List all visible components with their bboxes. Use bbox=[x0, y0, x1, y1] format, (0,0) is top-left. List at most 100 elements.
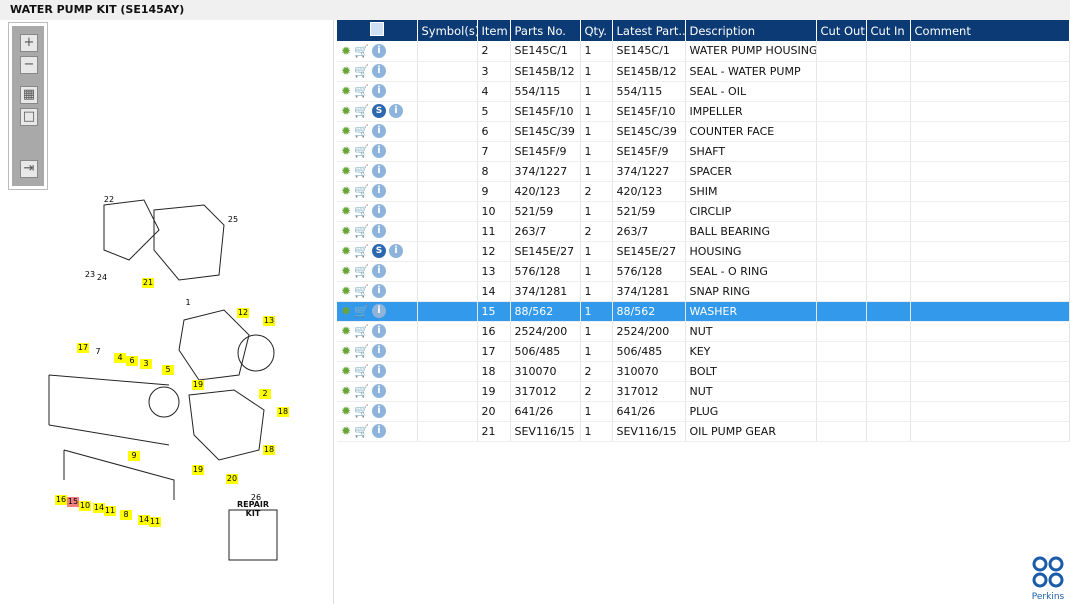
table-row[interactable]: ✹ 🛒 i 8 374/1227 1 374/1227 SPACER bbox=[337, 161, 1070, 182]
settings-gear-icon[interactable]: ✹ bbox=[341, 284, 351, 298]
cart-icon[interactable]: 🛒 bbox=[354, 404, 369, 418]
column-header[interactable]: Qty. bbox=[580, 20, 613, 41]
cart-icon[interactable]: 🛒 bbox=[354, 44, 369, 58]
table-row[interactable]: ✹ 🛒 i 15 88/562 1 88/562 WASHER bbox=[337, 301, 1070, 322]
callout-label[interactable]: 6 bbox=[129, 356, 134, 365]
info-icon[interactable]: i bbox=[372, 304, 387, 318]
column-header-actions[interactable] bbox=[337, 20, 418, 41]
table-row[interactable]: ✹ 🛒 i 7 SE145F/9 1 SE145F/9 SHAFT bbox=[337, 141, 1070, 162]
callout-label[interactable]: 21 bbox=[143, 278, 153, 287]
info-icon[interactable]: i bbox=[372, 204, 387, 218]
table-row[interactable]: ✹ 🛒 i 20 641/26 1 641/26 PLUG bbox=[337, 401, 1070, 422]
settings-gear-icon[interactable]: ✹ bbox=[341, 184, 351, 198]
table-row[interactable]: ✹ 🛒 i 13 576/128 1 576/128 SEAL - O RING bbox=[337, 261, 1070, 282]
info-icon[interactable]: i bbox=[372, 144, 387, 158]
callout-label[interactable]: 23 bbox=[85, 270, 95, 279]
settings-gear-icon[interactable]: ✹ bbox=[341, 164, 351, 178]
cart-icon[interactable]: 🛒 bbox=[354, 244, 369, 258]
callout-label[interactable]: 15 bbox=[68, 497, 78, 506]
column-header[interactable]: Description bbox=[685, 20, 817, 41]
settings-gear-icon[interactable]: ✹ bbox=[341, 404, 351, 418]
info-icon[interactable]: i bbox=[372, 184, 387, 198]
info-icon[interactable]: i bbox=[372, 164, 387, 178]
supersession-s-icon[interactable]: S bbox=[372, 104, 387, 118]
callout-label[interactable]: 20 bbox=[227, 474, 237, 483]
column-header[interactable]: Comment bbox=[910, 20, 1070, 41]
settings-gear-icon[interactable]: ✹ bbox=[341, 144, 351, 158]
info-icon[interactable]: i bbox=[372, 384, 387, 398]
callout-label[interactable]: 18 bbox=[264, 445, 274, 454]
callout-label[interactable]: 10 bbox=[80, 501, 90, 510]
settings-gear-icon[interactable]: ✹ bbox=[341, 44, 351, 58]
callout-label[interactable]: 11 bbox=[105, 506, 115, 515]
table-row[interactable]: ✹ 🛒 Si 5 SE145F/10 1 SE145F/10 IMPELLER bbox=[337, 101, 1070, 122]
info-icon[interactable]: i bbox=[389, 244, 404, 258]
info-icon[interactable]: i bbox=[372, 424, 387, 438]
column-header[interactable]: Item bbox=[477, 20, 511, 41]
settings-gear-icon[interactable]: ✹ bbox=[341, 364, 351, 378]
cart-icon[interactable]: 🛒 bbox=[354, 104, 369, 118]
table-row[interactable]: ✹ 🛒 i 16 2524/200 1 2524/200 NUT bbox=[337, 321, 1070, 342]
cart-icon[interactable]: 🛒 bbox=[354, 144, 369, 158]
table-row[interactable]: ✹ 🛒 i 4 554/115 1 554/115 SEAL - OIL bbox=[337, 81, 1070, 102]
settings-gear-icon[interactable]: ✹ bbox=[341, 304, 351, 318]
cart-icon[interactable]: 🛒 bbox=[354, 64, 369, 78]
table-row[interactable]: ✹ 🛒 i 17 506/485 1 506/485 KEY bbox=[337, 341, 1070, 362]
info-icon[interactable]: i bbox=[372, 124, 387, 138]
cart-icon[interactable]: 🛒 bbox=[354, 124, 369, 138]
exploded-diagram[interactable]: 222523 24211121317 74 6 3519218916 15 10 14 11 81… bbox=[4, 20, 334, 604]
cart-icon[interactable]: 🛒 bbox=[354, 84, 369, 98]
supersession-s-icon[interactable]: S bbox=[372, 244, 387, 258]
settings-gear-icon[interactable]: ✹ bbox=[341, 344, 351, 358]
callout-label[interactable]: 25 bbox=[228, 215, 238, 224]
cart-icon[interactable]: 🛒 bbox=[354, 304, 369, 318]
column-header[interactable]: Cut Out bbox=[816, 20, 867, 41]
settings-gear-icon[interactable]: ✹ bbox=[341, 124, 351, 138]
callout-label[interactable]: 24 bbox=[97, 273, 107, 282]
cart-icon[interactable]: 🛒 bbox=[354, 344, 369, 358]
table-row[interactable]: ✹ 🛒 i 19 317012 2 317012 NUT bbox=[337, 381, 1070, 402]
column-header[interactable]: Cut In bbox=[866, 20, 911, 41]
info-icon[interactable]: i bbox=[372, 264, 387, 278]
settings-gear-icon[interactable]: ✹ bbox=[341, 64, 351, 78]
info-icon[interactable]: i bbox=[372, 344, 387, 358]
info-icon[interactable]: i bbox=[372, 284, 387, 298]
info-icon[interactable]: i bbox=[372, 364, 387, 378]
cart-icon[interactable]: 🛒 bbox=[354, 224, 369, 238]
cart-icon[interactable]: 🛒 bbox=[354, 324, 369, 338]
settings-gear-icon[interactable]: ✹ bbox=[341, 384, 351, 398]
callout-label[interactable]: 18 bbox=[278, 407, 288, 416]
callout-label[interactable]: 12 bbox=[238, 308, 248, 317]
info-icon[interactable]: i bbox=[372, 404, 387, 418]
callout-label[interactable]: 5 bbox=[165, 365, 170, 374]
table-row[interactable]: ✹ 🛒 Si 12 SE145E/27 1 SE145E/27 HOUSING bbox=[337, 241, 1070, 262]
settings-gear-icon[interactable]: ✹ bbox=[341, 324, 351, 338]
table-row[interactable]: ✹ 🛒 i 10 521/59 1 521/59 CIRCLIP bbox=[337, 201, 1070, 222]
table-row[interactable]: ✹ 🛒 i 18 310070 2 310070 BOLT bbox=[337, 361, 1070, 382]
callout-label[interactable]: 3 bbox=[143, 359, 148, 368]
info-icon[interactable]: i bbox=[372, 84, 387, 98]
cart-icon[interactable]: 🛒 bbox=[354, 424, 369, 438]
callout-label[interactable]: 1 bbox=[185, 298, 190, 307]
settings-gear-icon[interactable]: ✹ bbox=[341, 244, 351, 258]
settings-gear-icon[interactable]: ✹ bbox=[341, 104, 351, 118]
info-icon[interactable]: i bbox=[389, 104, 404, 118]
info-icon[interactable]: i bbox=[372, 64, 387, 78]
table-row[interactable]: ✹ 🛒 i 21 SEV116/15 1 SEV116/15 OIL PUMP GEAR bbox=[337, 421, 1070, 442]
cart-icon[interactable]: 🛒 bbox=[354, 204, 369, 218]
info-icon[interactable]: i bbox=[372, 43, 387, 58]
table-row[interactable]: ✹ 🛒 i 2 SE145C/1 1 SE145C/1 WATER PUMP HOUSING bbox=[337, 41, 1070, 62]
settings-gear-icon[interactable]: ✹ bbox=[341, 264, 351, 278]
cart-icon[interactable]: 🛒 bbox=[354, 364, 369, 378]
cart-icon[interactable]: 🛒 bbox=[354, 184, 369, 198]
callout-label[interactable]: 11 bbox=[150, 517, 160, 526]
column-header[interactable]: Symbol(s) bbox=[417, 20, 478, 41]
cart-icon[interactable]: 🛒 bbox=[354, 164, 369, 178]
table-row[interactable]: ✹ 🛒 i 11 263/7 2 263/7 BALL BEARING bbox=[337, 221, 1070, 242]
callout-label[interactable]: 19 bbox=[193, 465, 203, 474]
callout-label[interactable]: 14 bbox=[94, 503, 104, 512]
table-row[interactable]: ✹ 🛒 i 9 420/123 2 420/123 SHIM bbox=[337, 181, 1070, 202]
settings-gear-icon[interactable]: ✹ bbox=[341, 84, 351, 98]
settings-gear-icon[interactable]: ✹ bbox=[341, 224, 351, 238]
table-row[interactable]: ✹ 🛒 i 3 SE145B/12 1 SE145B/12 SEAL - WATER PUMP bbox=[337, 61, 1070, 82]
